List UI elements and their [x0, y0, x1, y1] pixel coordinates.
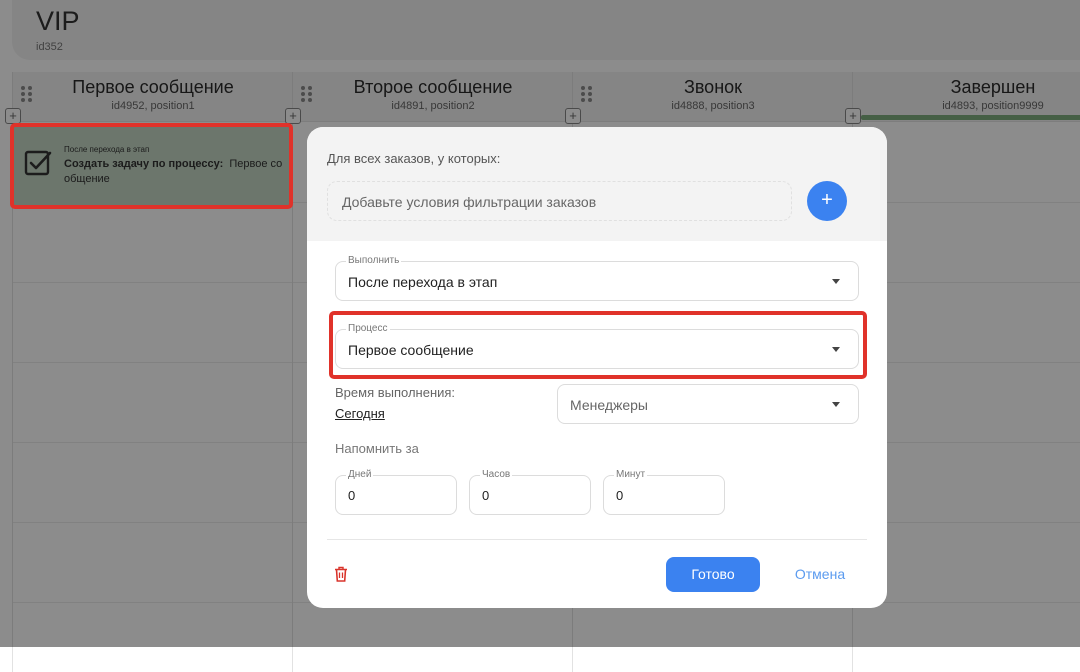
cancel-button[interactable]: Отмена: [785, 557, 855, 592]
hours-legend: Часов: [480, 469, 513, 480]
days-value: 0: [348, 488, 356, 503]
minutes-legend: Минут: [614, 469, 648, 480]
execute-legend: Выполнить: [346, 255, 402, 266]
remind-days-field[interactable]: Дней 0: [335, 469, 457, 515]
execution-time-label: Время выполнения:: [335, 385, 456, 400]
managers-placeholder: Менеджеры: [570, 397, 648, 413]
remind-hours-field[interactable]: Часов 0: [469, 469, 591, 515]
execute-select[interactable]: Выполнить После перехода в этап: [335, 255, 859, 301]
execute-value: После перехода в этап: [348, 274, 498, 290]
trash-icon[interactable]: [334, 566, 348, 582]
days-legend: Дней: [346, 469, 374, 480]
minutes-value: 0: [616, 488, 624, 503]
process-highlight-frame: [329, 311, 867, 379]
chevron-down-icon: [832, 402, 840, 407]
done-button[interactable]: Готово: [666, 557, 760, 592]
add-filter-button[interactable]: +: [807, 181, 847, 221]
remind-minutes-field[interactable]: Минут 0: [603, 469, 725, 515]
execution-time-link[interactable]: Сегодня: [335, 406, 385, 421]
filter-section: Для всех заказов, у которых: Добавьте ус…: [307, 127, 887, 241]
filter-label: Для всех заказов, у которых:: [327, 151, 501, 166]
filter-placeholder: Добавьте условия фильтрации заказов: [342, 194, 597, 210]
filter-conditions-input[interactable]: Добавьте условия фильтрации заказов: [327, 181, 792, 221]
automation-modal: Для всех заказов, у которых: Добавьте ус…: [307, 127, 887, 608]
card-highlight-frame: [10, 123, 293, 209]
modal-divider: [327, 539, 867, 540]
hours-value: 0: [482, 488, 490, 503]
managers-select[interactable]: Менеджеры: [557, 384, 859, 424]
chevron-down-icon: [832, 279, 840, 284]
remind-label: Напомнить за: [335, 441, 419, 456]
